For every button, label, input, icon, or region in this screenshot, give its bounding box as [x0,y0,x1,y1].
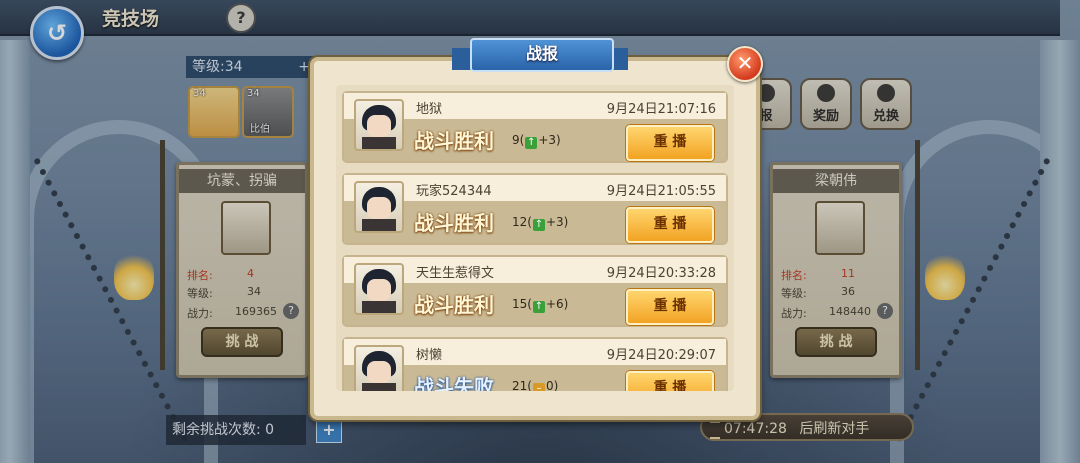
record-time: 9月24日21:07:16 [606,102,716,117]
record-opponent-name: 地狱 [416,102,443,117]
record-rank: 21(–0) [512,379,558,391]
rank-value: 12 [512,215,528,229]
battle-report-list[interactable]: 地狱 9月24日21:07:16 战斗胜利 9(↑ +3) 重 播 玩家52434… [336,85,734,391]
record-rank: 12(↑ +3) [512,215,569,231]
battle-report-dialog: 地狱 9月24日21:07:16 战斗胜利 9(↑ +3) 重 播 玩家52434… [310,57,760,420]
rank-delta: 0 [545,379,554,391]
rank-flat-icon: – [532,383,545,391]
opponent-avatar [354,99,404,151]
rank-delta: +6 [545,297,564,311]
rank-value: 15 [512,297,528,311]
record-opponent-name: 玩家524344 [416,184,492,199]
dialog-title-ribbon: 战报 [452,38,628,74]
record-opponent-name: 天生生惹得文 [416,266,495,281]
replay-button[interactable]: 重 播 [626,207,714,243]
record-rank: 9(↑ +3) [512,133,561,149]
record-result: 战斗失败 [414,375,494,391]
rank-up-icon: ↑ [532,301,545,313]
replay-button[interactable]: 重 播 [626,371,714,391]
dialog-title: 战报 [470,38,614,72]
replay-button[interactable]: 重 播 [626,289,714,325]
record-time: 9月24日21:05:55 [606,184,716,199]
battle-record: 天生生惹得文 9月24日20:33:28 战斗胜利 15(↑ +6) 重 播 [342,255,728,327]
close-icon: ✕ [736,51,754,75]
rank-up-icon: ↑ [525,137,538,149]
opponent-avatar [354,345,404,391]
rank-value: 21 [512,379,528,391]
record-opponent-name: 树懒 [416,348,443,363]
battle-record: 地狱 9月24日21:07:16 战斗胜利 9(↑ +3) 重 播 [342,91,728,163]
opponent-avatar [354,263,404,315]
close-button[interactable]: ✕ [727,46,763,82]
record-rank: 15(↑ +6) [512,297,569,313]
rank-delta: +3 [538,133,557,147]
rank-delta: +3 [545,215,564,229]
battle-record: 玩家524344 9月24日21:05:55 战斗胜利 12(↑ +3) 重 播 [342,173,728,245]
opponent-avatar [354,181,404,233]
battle-record: 树懒 9月24日20:29:07 战斗失败 21(–0) 重 播 [342,337,728,391]
record-time: 9月24日20:33:28 [606,266,716,281]
rank-up-icon: ↑ [532,219,545,231]
replay-button[interactable]: 重 播 [626,125,714,161]
record-result: 战斗胜利 [414,211,494,235]
rank-value: 9 [512,133,520,147]
record-result: 战斗胜利 [414,293,494,317]
record-result: 战斗胜利 [414,129,494,153]
record-time: 9月24日20:29:07 [606,348,716,363]
